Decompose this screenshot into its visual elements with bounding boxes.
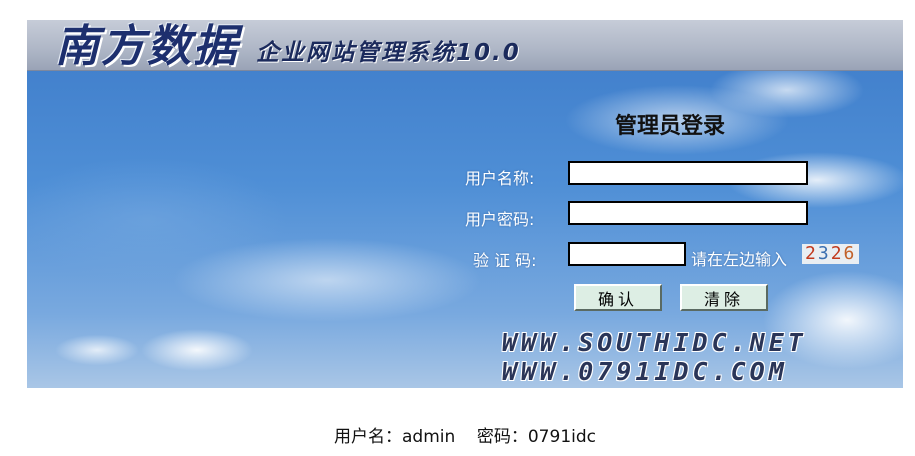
captcha-hint: 请在左边输入	[691, 250, 788, 269]
username-input[interactable]	[568, 161, 808, 185]
captcha-input[interactable]	[568, 242, 686, 266]
confirm-button[interactable]: 确认	[574, 284, 662, 311]
credentials-hint: 用户名：admin 密码：0791idc	[333, 427, 596, 447]
captcha-digit: 2	[805, 243, 818, 264]
clear-button[interactable]: 清除	[680, 284, 768, 311]
system-title: 企业网站管理系统10.0	[256, 40, 521, 66]
captcha-digit: 6	[843, 243, 857, 264]
username-label: 用户名称:	[465, 169, 535, 188]
brand-logo: 南方数据	[55, 21, 239, 72]
password-input[interactable]	[568, 201, 808, 225]
watermark-domain-1: WWW.SOUTHIDC.NET	[502, 328, 807, 357]
watermark-domain-2: WWW.0791IDC.COM	[502, 357, 788, 386]
login-banner: 南方数据 企业网站管理系统10.0 管理员登录 用户名称: 用户密码: 验 证 …	[27, 20, 903, 388]
captcha-digit: 3	[817, 243, 831, 264]
password-label: 用户密码:	[465, 210, 535, 229]
captcha-image[interactable]: 2326	[802, 243, 860, 264]
captcha-label: 验 证 码:	[473, 251, 537, 270]
login-title: 管理员登录	[615, 114, 726, 139]
captcha-digit: 2	[830, 243, 844, 264]
header-bar: 南方数据 企业网站管理系统10.0	[27, 20, 903, 72]
